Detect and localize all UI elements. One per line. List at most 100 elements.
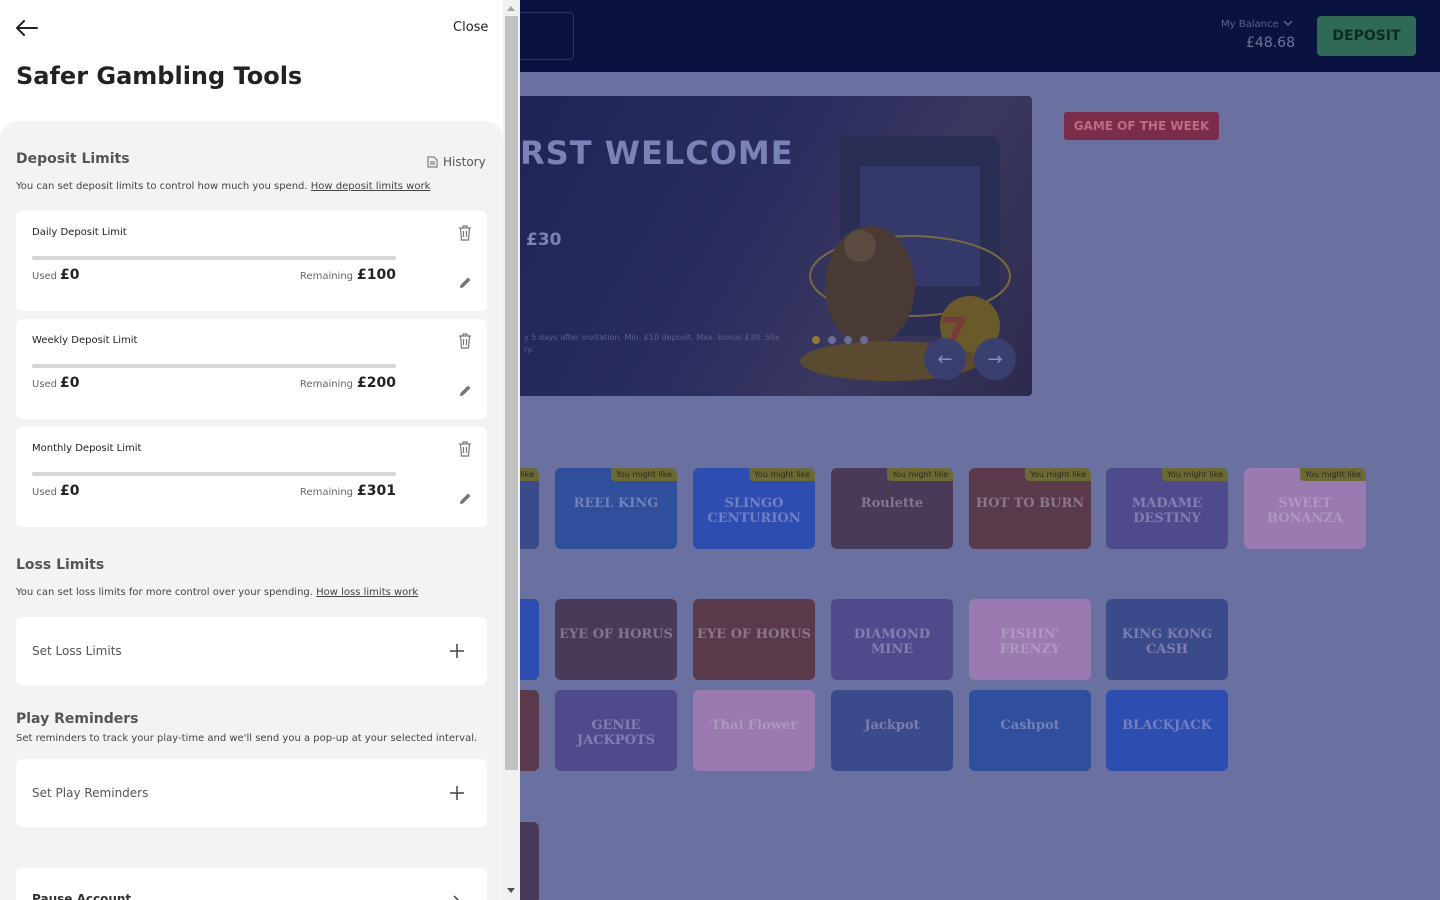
- remaining-value: £200: [357, 375, 396, 391]
- trash-icon[interactable]: [458, 333, 472, 349]
- plus-icon: [450, 644, 464, 658]
- play-reminders-title: Play Reminders: [16, 711, 139, 727]
- arrow-left-icon: ←: [937, 348, 953, 370]
- arrow-right-icon: →: [987, 348, 1003, 370]
- scrollbar-thumb[interactable]: [505, 16, 518, 770]
- used-label: Used: [32, 487, 58, 498]
- limit-progress-bar: [32, 256, 396, 260]
- used-label: Used: [32, 271, 58, 282]
- history-label: History: [443, 155, 486, 169]
- set-loss-limits-button[interactable]: Set Loss Limits: [16, 617, 487, 685]
- arrow-left-icon: [16, 20, 38, 36]
- tile-name: DIAMOND MINE: [853, 627, 931, 657]
- used-amount: Used £0: [32, 483, 80, 499]
- trash-icon[interactable]: [458, 441, 472, 457]
- promo-banner[interactable]: RST WELCOME £30 y 5 days after invitatio…: [500, 96, 1032, 396]
- game-tile[interactable]: KING KONG CASH: [1106, 599, 1228, 680]
- game-tile[interactable]: EYE OF HORUS: [555, 599, 677, 680]
- tile-tag: You might like: [749, 468, 815, 481]
- tile-name: GENIE JACKPOTS: [576, 718, 656, 748]
- balance-toggle[interactable]: My Balance: [1221, 19, 1293, 30]
- tile-name: FISHIN' FRENZY: [999, 627, 1061, 657]
- game-tile[interactable]: You might like SWEET BONANZA: [1244, 468, 1366, 549]
- deposit-limits-title: Deposit Limits: [16, 151, 130, 167]
- carousel-dots: [812, 336, 868, 344]
- loss-limits-description: You can set loss limits for more control…: [16, 587, 418, 598]
- drawer-content: Close Safer Gambling Tools Deposit Limit…: [0, 0, 503, 900]
- deposit-button[interactable]: DEPOSIT: [1317, 16, 1416, 56]
- remaining-amount: Remaining £200: [300, 375, 396, 391]
- game-tile[interactable]: You might like MADAME DESTINY: [1106, 468, 1228, 549]
- used-amount: Used £0: [32, 375, 80, 391]
- limit-title: Daily Deposit Limit: [32, 227, 127, 238]
- used-value: £0: [60, 267, 80, 283]
- carousel-dot[interactable]: [860, 336, 868, 344]
- pencil-icon[interactable]: [458, 276, 472, 290]
- used-value: £0: [60, 483, 80, 499]
- scroll-up-icon[interactable]: [507, 6, 515, 11]
- loss-limits-title: Loss Limits: [16, 557, 105, 573]
- safer-gambling-drawer: Close Safer Gambling Tools Deposit Limit…: [0, 0, 520, 900]
- banner-amount: £30: [526, 230, 562, 250]
- game-tile[interactable]: GENIE JACKPOTS: [555, 690, 677, 771]
- limit-title: Weekly Deposit Limit: [32, 335, 138, 346]
- game-tile[interactable]: Cashpot: [969, 690, 1091, 771]
- pause-account-button[interactable]: Pause Account: [16, 868, 487, 900]
- set-loss-limits-label: Set Loss Limits: [32, 644, 122, 658]
- close-button[interactable]: Close: [453, 20, 488, 35]
- tile-name: Roulette: [860, 496, 924, 511]
- tile-tag: You might like: [611, 468, 677, 481]
- used-value: £0: [60, 375, 80, 391]
- remaining-value: £301: [357, 483, 396, 499]
- tile-name: BLACKJACK: [1122, 718, 1212, 733]
- set-play-reminders-button[interactable]: Set Play Reminders: [16, 759, 487, 827]
- pencil-icon[interactable]: [458, 492, 472, 506]
- page-title: Safer Gambling Tools: [16, 62, 303, 90]
- scrollbar[interactable]: [503, 0, 520, 900]
- game-tile[interactable]: FISHIN' FRENZY: [969, 599, 1091, 680]
- pencil-icon[interactable]: [458, 384, 472, 398]
- carousel-next-button[interactable]: →: [974, 338, 1016, 380]
- tile-name: EYE OF HORUS: [559, 627, 673, 642]
- game-tile[interactable]: You might like SLINGO CENTURION: [693, 468, 815, 549]
- used-label: Used: [32, 379, 58, 390]
- loss-limits-text: You can set loss limits for more control…: [16, 587, 313, 598]
- tile-name: SWEET BONANZA: [1267, 496, 1343, 526]
- carousel-dot[interactable]: [812, 336, 820, 344]
- remaining-label: Remaining: [299, 271, 354, 282]
- limit-progress-bar: [32, 364, 396, 368]
- carousel-dot[interactable]: [844, 336, 852, 344]
- game-tile[interactable]: Jackpot: [831, 690, 953, 771]
- game-tile[interactable]: EYE OF HORUS: [693, 599, 815, 680]
- tile-tag: You might like: [1162, 468, 1228, 481]
- carousel-dot[interactable]: [828, 336, 836, 344]
- game-tile[interactable]: You might like REEL KING: [555, 468, 677, 549]
- trash-icon[interactable]: [458, 225, 472, 241]
- tile-name: Cashpot: [1000, 718, 1060, 733]
- used-amount: Used £0: [32, 267, 80, 283]
- plus-icon: [450, 786, 464, 800]
- history-button[interactable]: History: [427, 155, 486, 169]
- tile-tag: You might like: [1025, 468, 1091, 481]
- tile-tag: You might like: [1300, 468, 1366, 481]
- tile-name: EYE OF HORUS: [697, 627, 811, 642]
- deposit-limits-link[interactable]: How deposit limits work: [311, 181, 431, 192]
- carousel-prev-button[interactable]: ←: [924, 338, 966, 380]
- game-tile[interactable]: Thai Flower: [693, 690, 815, 771]
- back-button[interactable]: [14, 16, 40, 40]
- remaining-label: Remaining: [299, 487, 354, 498]
- game-tile[interactable]: You might like HOT TO BURN: [969, 468, 1091, 549]
- chevron-down-icon: [1283, 19, 1293, 30]
- loss-limits-link[interactable]: How loss limits work: [316, 587, 418, 598]
- tile-name: REEL KING: [573, 496, 659, 511]
- tile-tag: You might like: [887, 468, 953, 481]
- tile-name: KING KONG CASH: [1121, 627, 1213, 657]
- scroll-down-icon[interactable]: [507, 888, 515, 893]
- game-tile[interactable]: DIAMOND MINE: [831, 599, 953, 680]
- game-tile[interactable]: You might like Roulette: [831, 468, 953, 549]
- balance-label: My Balance: [1221, 19, 1279, 30]
- remaining-value: £100: [357, 267, 396, 283]
- remaining-amount: Remaining £301: [300, 483, 396, 499]
- banner-title: RST WELCOME: [520, 134, 794, 172]
- game-tile[interactable]: BLACKJACK: [1106, 690, 1228, 771]
